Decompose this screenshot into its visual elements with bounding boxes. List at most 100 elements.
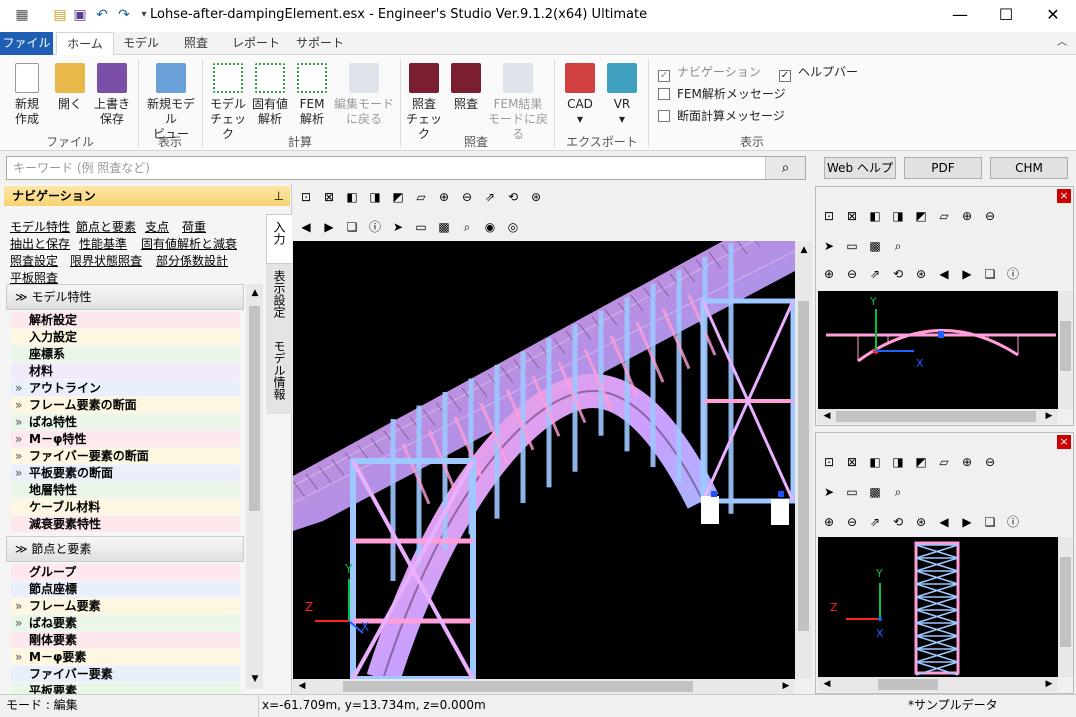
chm-button[interactable]: CHM <box>990 157 1068 179</box>
save-icon[interactable]: ▣ <box>72 7 88 23</box>
nodes-elements-item[interactable]: 剛体要素 <box>11 632 240 648</box>
close-icon[interactable]: × <box>1057 189 1071 203</box>
model-properties-item[interactable]: 入力設定 <box>11 329 240 345</box>
nav-scrollbar[interactable]: ▲ ▼ <box>246 284 263 689</box>
model-properties-item[interactable]: » ばね特性 <box>11 414 240 430</box>
side-horizontal-scrollbar[interactable]: ◀ ▶ <box>818 677 1058 692</box>
maximize-button[interactable]: ☐ <box>983 0 1029 32</box>
checkbox-box[interactable] <box>658 110 670 122</box>
nav-link-partial-factor[interactable]: 部分係数設計 <box>156 252 228 269</box>
forward-icon[interactable]: ▶ <box>958 265 976 283</box>
zoom-in-icon[interactable]: ⊕ <box>820 513 838 531</box>
camera-icon[interactable]: ◉ <box>481 218 499 236</box>
section-header-nodes-elements[interactable]: ≫ 節点と要素 <box>6 536 244 562</box>
pointer-icon[interactable]: ➤ <box>820 483 838 501</box>
shot-icon[interactable]: ❏ <box>981 265 999 283</box>
scroll-right-icon[interactable]: ▶ <box>777 677 795 695</box>
minimize-button[interactable]: — <box>937 0 983 32</box>
elevation-viewport[interactable]: Y X <box>818 291 1058 409</box>
tab-model-info[interactable]: モデル情報 <box>266 334 292 414</box>
model-properties-item[interactable]: 地層特性 <box>11 482 240 498</box>
close-icon[interactable]: × <box>1057 435 1071 449</box>
nav-link-model-properties[interactable]: モデル特性 <box>10 218 70 235</box>
side-horizontal-scrollbar[interactable]: ◀ ▶ <box>818 409 1058 424</box>
select-region-icon[interactable]: ⊠ <box>320 188 338 206</box>
model-properties-item[interactable]: 材料 <box>11 363 240 379</box>
nav-link-limit-state[interactable]: 限界状態照査 <box>70 252 142 269</box>
fit-icon[interactable]: ⊛ <box>527 188 545 206</box>
view-front-icon[interactable]: ◧ <box>866 453 884 471</box>
nodes-elements-item[interactable]: » M－φ要素 <box>11 649 240 665</box>
view-top-icon[interactable]: ◩ <box>389 188 407 206</box>
fem-analysis-button[interactable]: FEM 解析 <box>292 63 332 127</box>
view-iso-icon[interactable]: ▱ <box>412 188 430 206</box>
tab-display-settings[interactable]: 表示設定 <box>266 264 292 334</box>
find-icon[interactable]: ⌕ <box>458 218 476 236</box>
tab-file[interactable]: ファイル <box>0 32 53 55</box>
navigation-checkbox[interactable]: ✓ ナビゲーション <box>658 63 761 82</box>
scroll-left-icon[interactable]: ◀ <box>818 675 836 693</box>
tab-input[interactable]: 入力 <box>266 214 292 264</box>
info-icon[interactable]: ⓘ <box>1004 513 1022 531</box>
scroll-right-icon[interactable]: ▶ <box>1040 407 1058 425</box>
forward-icon[interactable]: ▶ <box>320 218 338 236</box>
nodes-elements-item[interactable]: » ばね要素 <box>11 615 240 631</box>
pan-icon[interactable]: ⇗ <box>866 513 884 531</box>
scroll-thumb[interactable] <box>1060 557 1071 647</box>
section-viewport[interactable]: Y Z X <box>818 537 1058 677</box>
zoom-out-icon[interactable]: ⊖ <box>981 207 999 225</box>
overwrite-save-button[interactable]: 上書き 保存 <box>92 63 132 127</box>
zoom-in-icon[interactable]: ⊕ <box>958 207 976 225</box>
checkbox-box[interactable] <box>658 88 670 100</box>
view-front-icon[interactable]: ◧ <box>343 188 361 206</box>
model-check-button[interactable]: モデル チェック <box>208 63 248 142</box>
scroll-left-icon[interactable]: ◀ <box>818 407 836 425</box>
model-properties-item[interactable]: » アウトライン <box>11 380 240 396</box>
section-message-checkbox[interactable]: 断面計算メッセージ <box>658 107 785 124</box>
magnifier-icon[interactable]: ⌕ <box>765 157 805 179</box>
select-all-icon[interactable]: ⊡ <box>820 453 838 471</box>
zoom-in-icon[interactable]: ⊕ <box>820 265 838 283</box>
nodes-elements-item[interactable]: 節点座標 <box>11 581 240 597</box>
new-model-view-button[interactable]: 新規モデル ビュー <box>144 63 198 142</box>
select-all-icon[interactable]: ⊡ <box>820 207 838 225</box>
select-box-icon[interactable]: ▭ <box>843 237 861 255</box>
tab-model[interactable]: モデル <box>116 32 166 55</box>
scroll-thumb[interactable] <box>798 301 809 631</box>
pointer-icon[interactable]: ➤ <box>389 218 407 236</box>
forward-icon[interactable]: ▶ <box>958 513 976 531</box>
tab-check[interactable]: 照査 <box>172 32 220 55</box>
scroll-up-icon[interactable]: ▲ <box>795 241 813 259</box>
pan-icon[interactable]: ⇗ <box>866 265 884 283</box>
scroll-right-icon[interactable]: ▶ <box>1040 675 1058 693</box>
cad-export-button[interactable]: CAD ▾ <box>560 63 600 127</box>
model-properties-item[interactable]: 減衰要素特性 <box>11 516 240 532</box>
back-icon[interactable]: ◀ <box>297 218 315 236</box>
view-side-icon[interactable]: ◨ <box>889 207 907 225</box>
checkbox-box[interactable]: ✓ <box>779 70 791 82</box>
nav-link-nodes-elements[interactable]: 節点と要素 <box>76 218 136 235</box>
pan-icon[interactable]: ⇗ <box>481 188 499 206</box>
zoom-out-icon[interactable]: ⊖ <box>981 453 999 471</box>
zoom-in-icon[interactable]: ⊕ <box>958 453 976 471</box>
fem-message-checkbox[interactable]: FEM解析メッセージ <box>658 85 786 102</box>
zoom-in-icon[interactable]: ⊕ <box>435 188 453 206</box>
model-properties-item[interactable]: » ファイバー要素の断面 <box>11 448 240 464</box>
back-icon[interactable]: ◀ <box>935 513 953 531</box>
fit-icon[interactable]: ⊛ <box>912 265 930 283</box>
select-all-icon[interactable]: ⊡ <box>297 188 315 206</box>
eigenvalue-analysis-button[interactable]: 固有値 解析 <box>250 63 290 127</box>
view-side-icon[interactable]: ◨ <box>889 453 907 471</box>
nav-link-check-settings[interactable]: 照査設定 <box>10 252 58 269</box>
view-front-icon[interactable]: ◧ <box>866 207 884 225</box>
nodes-elements-item[interactable]: グループ <box>11 564 240 580</box>
view-top-icon[interactable]: ◩ <box>912 207 930 225</box>
scroll-thumb[interactable] <box>1060 321 1071 371</box>
view-horizontal-scrollbar[interactable]: ◀ ▶ <box>293 679 795 694</box>
nav-link-performance[interactable]: 性能基準 <box>79 235 127 252</box>
side-vertical-scrollbar[interactable] <box>1058 537 1073 677</box>
close-button[interactable]: ✕ <box>1030 0 1076 32</box>
shot-icon[interactable]: ❏ <box>981 513 999 531</box>
tab-support[interactable]: サポート <box>292 32 348 55</box>
rotate-icon[interactable]: ⟲ <box>504 188 522 206</box>
